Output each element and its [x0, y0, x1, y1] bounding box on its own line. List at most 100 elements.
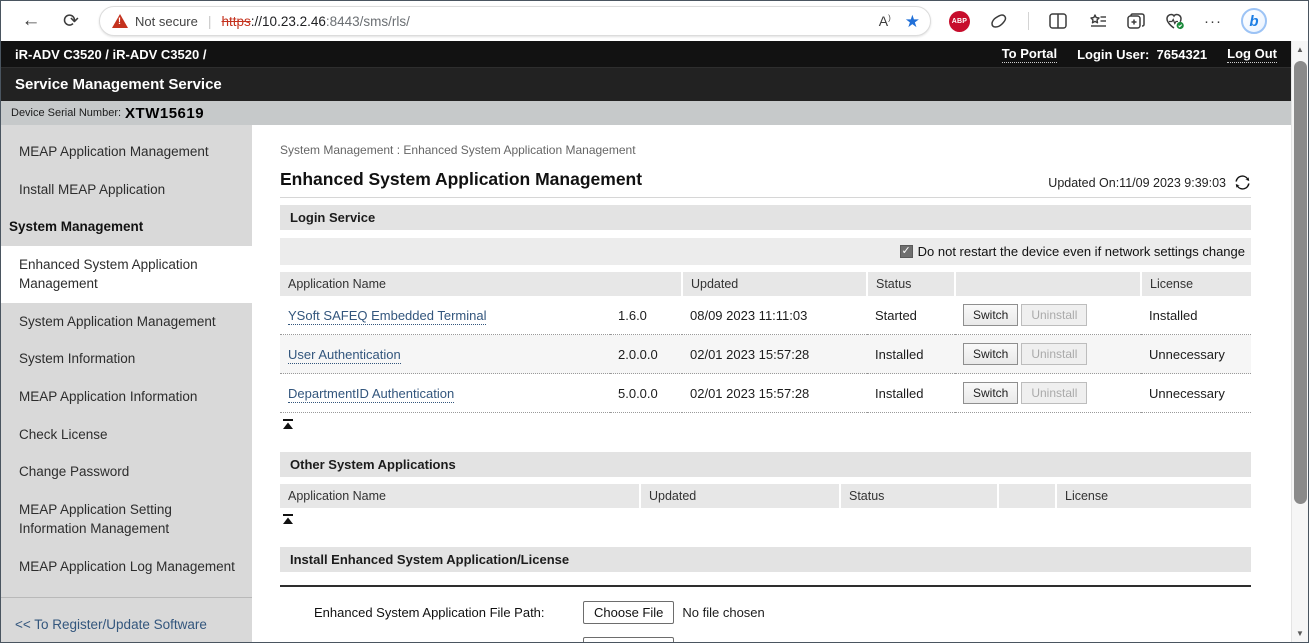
device-title-bar: iR-ADV C3520 / iR-ADV C3520 / To Portal … — [1, 41, 1291, 67]
sidebar-item-meap-application-management[interactable]: MEAP Application Management — [1, 133, 252, 171]
to-portal-link[interactable]: To Portal — [1002, 46, 1057, 63]
col-status: Status — [867, 272, 955, 296]
app-link[interactable]: DepartmentID Authentication — [288, 386, 454, 403]
breadcrumb: System Management : Enhanced System Appl… — [280, 143, 1251, 157]
app-link[interactable]: YSoft SAFEQ Embedded Terminal — [288, 308, 486, 325]
sidebar-footer: << To Register/Update Software — [1, 597, 252, 642]
address-bar[interactable]: ! Not secure | https://10.23.2.46:8443/s… — [99, 6, 931, 36]
app-title: Service Management Service — [15, 76, 222, 93]
serial-value: XTW15619 — [125, 105, 204, 122]
col-updated: Updated — [640, 484, 840, 508]
col-license: License — [1141, 272, 1251, 296]
uninstall-button[interactable]: Uninstall — [1021, 343, 1087, 365]
app-version: 5.0.0.0 — [610, 374, 682, 413]
do-not-restart-checkbox[interactable]: ✓ — [900, 245, 913, 258]
adblock-icon[interactable]: ABP — [949, 11, 970, 32]
sidebar-item-system-application-management[interactable]: System Application Management — [1, 303, 252, 341]
restart-option-bar: ✓ Do not restart the device even if netw… — [280, 238, 1251, 265]
back-icon[interactable]: ← — [17, 7, 45, 35]
table-row: DepartmentID Authentication 5.0.0.0 02/0… — [280, 374, 1251, 413]
license-file-path-label: License File Path: — [280, 637, 583, 642]
not-secure-warning-icon: ! — [112, 14, 128, 28]
scrollbar-up-icon[interactable]: ▲ — [1292, 41, 1308, 58]
back-to-top-icon[interactable] — [282, 514, 294, 525]
refresh-icon[interactable] — [1234, 175, 1251, 190]
sidebar-item-system-information[interactable]: System Information — [1, 340, 252, 378]
esa-file-status: No file chosen — [682, 605, 764, 620]
scrollbar-thumb[interactable] — [1294, 61, 1307, 504]
page-scrollbar[interactable]: ▲ ▼ — [1291, 41, 1308, 642]
col-application-name: Application Name — [280, 484, 640, 508]
login-service-table: Application Name Updated Status License … — [280, 272, 1251, 413]
collections-icon[interactable] — [1087, 11, 1107, 31]
favorite-star-icon[interactable]: ★ — [905, 13, 920, 30]
scrollbar-down-icon[interactable]: ▼ — [1292, 625, 1308, 642]
browser-window: ← ⟳ ! Not secure | https://10.23.2.46:84… — [0, 0, 1309, 643]
other-apps-table: Application Name Updated Status License — [280, 484, 1251, 508]
browser-toolbar: ← ⟳ ! Not secure | https://10.23.2.46:84… — [1, 1, 1308, 41]
url-text[interactable]: https://10.23.2.46:8443/sms/rls/ — [222, 14, 871, 29]
address-separator: | — [208, 13, 212, 29]
log-out-link[interactable]: Log Out — [1227, 46, 1277, 63]
switch-button[interactable]: Switch — [963, 382, 1018, 404]
app-updated: 02/01 2023 15:57:28 — [682, 374, 867, 413]
service-title-bar: Service Management Service — [1, 67, 1291, 101]
col-application-name: Application Name — [280, 272, 682, 296]
not-secure-label[interactable]: Not secure — [135, 14, 198, 29]
section-divider — [280, 585, 1251, 587]
browser-essentials-icon[interactable] — [1165, 11, 1185, 31]
col-updated: Updated — [682, 272, 867, 296]
login-user: Login User: 7654321 — [1077, 47, 1207, 62]
sidebar-item-meap-application-setting-information-management[interactable]: MEAP Application Setting Information Man… — [1, 491, 252, 548]
install-section-header: Install Enhanced System Application/Lice… — [280, 547, 1251, 572]
app-license: Installed — [1141, 296, 1251, 335]
sidebar-header-system-management: System Management — [1, 208, 252, 246]
sidebar-item-meap-application-information[interactable]: MEAP Application Information — [1, 378, 252, 416]
reload-icon[interactable]: ⟳ — [57, 7, 85, 35]
app-version: 1.6.0 — [610, 296, 682, 335]
esa-choose-file-button[interactable]: Choose File — [583, 601, 674, 624]
sidebar-item-enhanced-system-application-management[interactable]: Enhanced System Application Management — [1, 246, 252, 303]
table-row: YSoft SAFEQ Embedded Terminal 1.6.0 08/0… — [280, 296, 1251, 335]
app-license: Unnecessary — [1141, 335, 1251, 374]
bing-chat-icon[interactable]: b — [1241, 8, 1267, 34]
to-register-update-software-link[interactable]: << To Register/Update Software — [15, 617, 207, 632]
toolbar-separator — [1028, 12, 1029, 30]
uninstall-button[interactable]: Uninstall — [1021, 304, 1087, 326]
col-actions — [955, 272, 1141, 296]
url-host: ://10.23.2.46 — [251, 14, 326, 29]
sidebar-item-check-license[interactable]: Check License — [1, 416, 252, 454]
sidebar: MEAP Application Management Install MEAP… — [1, 125, 252, 642]
col-license: License — [1056, 484, 1251, 508]
page-title: Enhanced System Application Management — [280, 169, 642, 190]
updated-on-text: Updated On:11/09 2023 9:39:03 — [1048, 176, 1226, 190]
do-not-restart-label: Do not restart the device even if networ… — [918, 244, 1245, 259]
device-path: iR-ADV C3520 / iR-ADV C3520 / — [15, 47, 206, 62]
uninstall-button[interactable]: Uninstall — [1021, 382, 1087, 404]
app-license: Unnecessary — [1141, 374, 1251, 413]
app-version: 2.0.0.0 — [610, 335, 682, 374]
sidebar-item-change-password[interactable]: Change Password — [1, 453, 252, 491]
app-link[interactable]: User Authentication — [288, 347, 401, 364]
table-row: User Authentication 2.0.0.0 02/01 2023 1… — [280, 335, 1251, 374]
col-actions — [998, 484, 1056, 508]
split-screen-icon[interactable] — [1048, 11, 1068, 31]
install-form: Enhanced System Application File Path: C… — [280, 601, 1251, 642]
col-status: Status — [840, 484, 998, 508]
back-to-top-icon[interactable] — [282, 419, 294, 430]
app-status: Installed — [867, 335, 955, 374]
login-service-section-header: Login Service — [280, 205, 1251, 230]
license-choose-file-button[interactable]: Choose File — [583, 637, 674, 642]
app-updated: 02/01 2023 15:57:28 — [682, 335, 867, 374]
switch-button[interactable]: Switch — [963, 304, 1018, 326]
switch-button[interactable]: Switch — [963, 343, 1018, 365]
serial-number-bar: Device Serial Number: XTW15619 — [1, 101, 1291, 125]
sidebar-item-meap-application-log-management[interactable]: MEAP Application Log Management — [1, 548, 252, 586]
tab-group-icon[interactable] — [1126, 11, 1146, 31]
app-status: Installed — [867, 374, 955, 413]
sidebar-item-install-meap-application[interactable]: Install MEAP Application — [1, 171, 252, 209]
more-menu-icon[interactable]: ··· — [1204, 13, 1222, 30]
extensions-icon[interactable] — [989, 11, 1009, 31]
esa-file-path-label: Enhanced System Application File Path: — [280, 601, 583, 624]
read-aloud-icon[interactable]: A) — [879, 13, 891, 29]
